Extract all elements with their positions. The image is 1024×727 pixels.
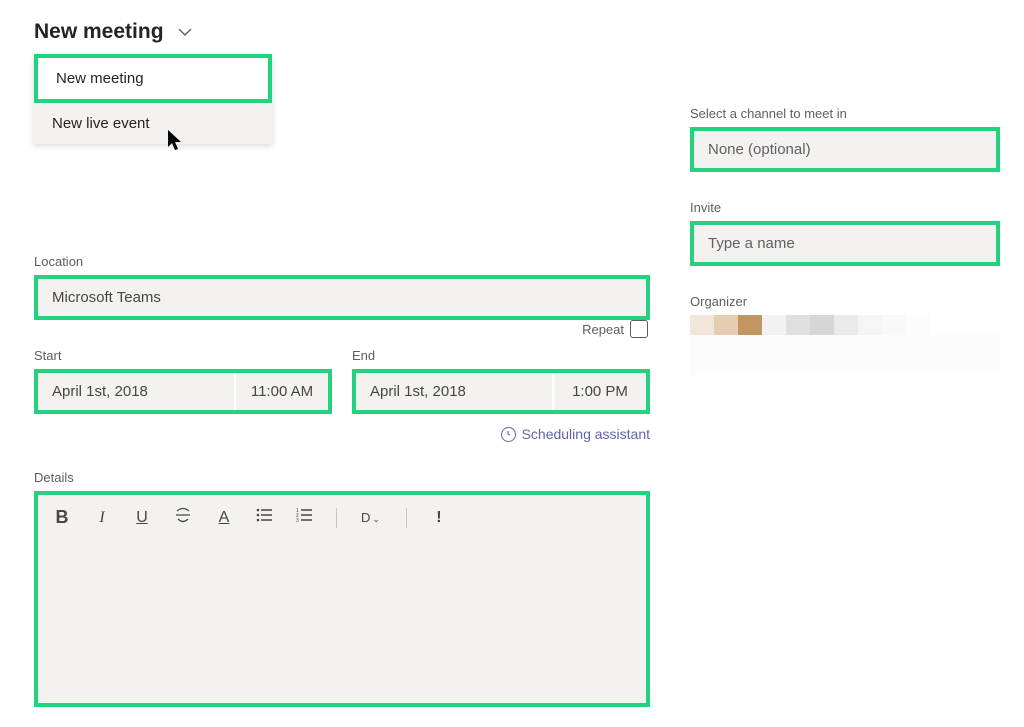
start-time[interactable]: 11:00 AM (236, 373, 328, 410)
editor-toolbar: B I U A 123 D⌄ ! (38, 495, 646, 540)
organizer-avatar-blurred (690, 315, 1000, 375)
start-date[interactable]: April 1st, 2018 (38, 373, 236, 410)
repeat-label: Repeat (582, 322, 624, 337)
channel-input[interactable] (694, 131, 996, 168)
svg-text:3: 3 (296, 518, 299, 522)
numbered-list-button[interactable]: 123 (296, 508, 312, 527)
repeat-row: Repeat (582, 320, 648, 338)
start-label: Start (34, 348, 332, 363)
end-label: End (352, 348, 650, 363)
bullet-list-button[interactable] (256, 508, 272, 527)
repeat-checkbox[interactable] (630, 320, 648, 338)
details-label: Details (34, 470, 650, 485)
scheduling-assistant-link[interactable]: Scheduling assistant (34, 426, 650, 442)
dropdown-item-new-live-event[interactable]: New live event (34, 103, 272, 144)
start-datetime[interactable]: April 1st, 2018 11:00 AM (38, 373, 328, 410)
chevron-down-icon (178, 24, 192, 40)
organizer-label: Organizer (690, 294, 1000, 309)
paragraph-style-button[interactable]: D⌄ (361, 510, 382, 525)
toolbar-separator (336, 508, 337, 528)
font-color-button[interactable]: A (216, 509, 232, 527)
channel-label: Select a channel to meet in (690, 106, 1000, 121)
title-row[interactable]: New meeting (34, 20, 650, 44)
toolbar-separator (406, 508, 407, 528)
end-datetime[interactable]: April 1st, 2018 1:00 PM (356, 373, 646, 410)
italic-button[interactable]: I (94, 509, 110, 527)
invite-input[interactable] (694, 225, 996, 262)
bold-button[interactable]: B (54, 507, 70, 528)
strikethrough-button[interactable] (174, 507, 192, 528)
underline-button[interactable]: U (134, 509, 150, 527)
invite-label: Invite (690, 200, 1000, 215)
dropdown-item-new-meeting[interactable]: New meeting (38, 58, 268, 99)
cursor-icon (168, 130, 186, 152)
location-label: Location (34, 254, 650, 269)
end-date[interactable]: April 1st, 2018 (356, 373, 554, 410)
details-editor[interactable]: B I U A 123 D⌄ ! (38, 495, 646, 703)
location-input[interactable] (38, 279, 646, 316)
important-button[interactable]: ! (431, 509, 447, 527)
clock-icon (501, 427, 516, 442)
meeting-type-dropdown: New meeting New live event (34, 54, 272, 144)
end-time[interactable]: 1:00 PM (554, 373, 646, 410)
page-title: New meeting (34, 20, 164, 44)
